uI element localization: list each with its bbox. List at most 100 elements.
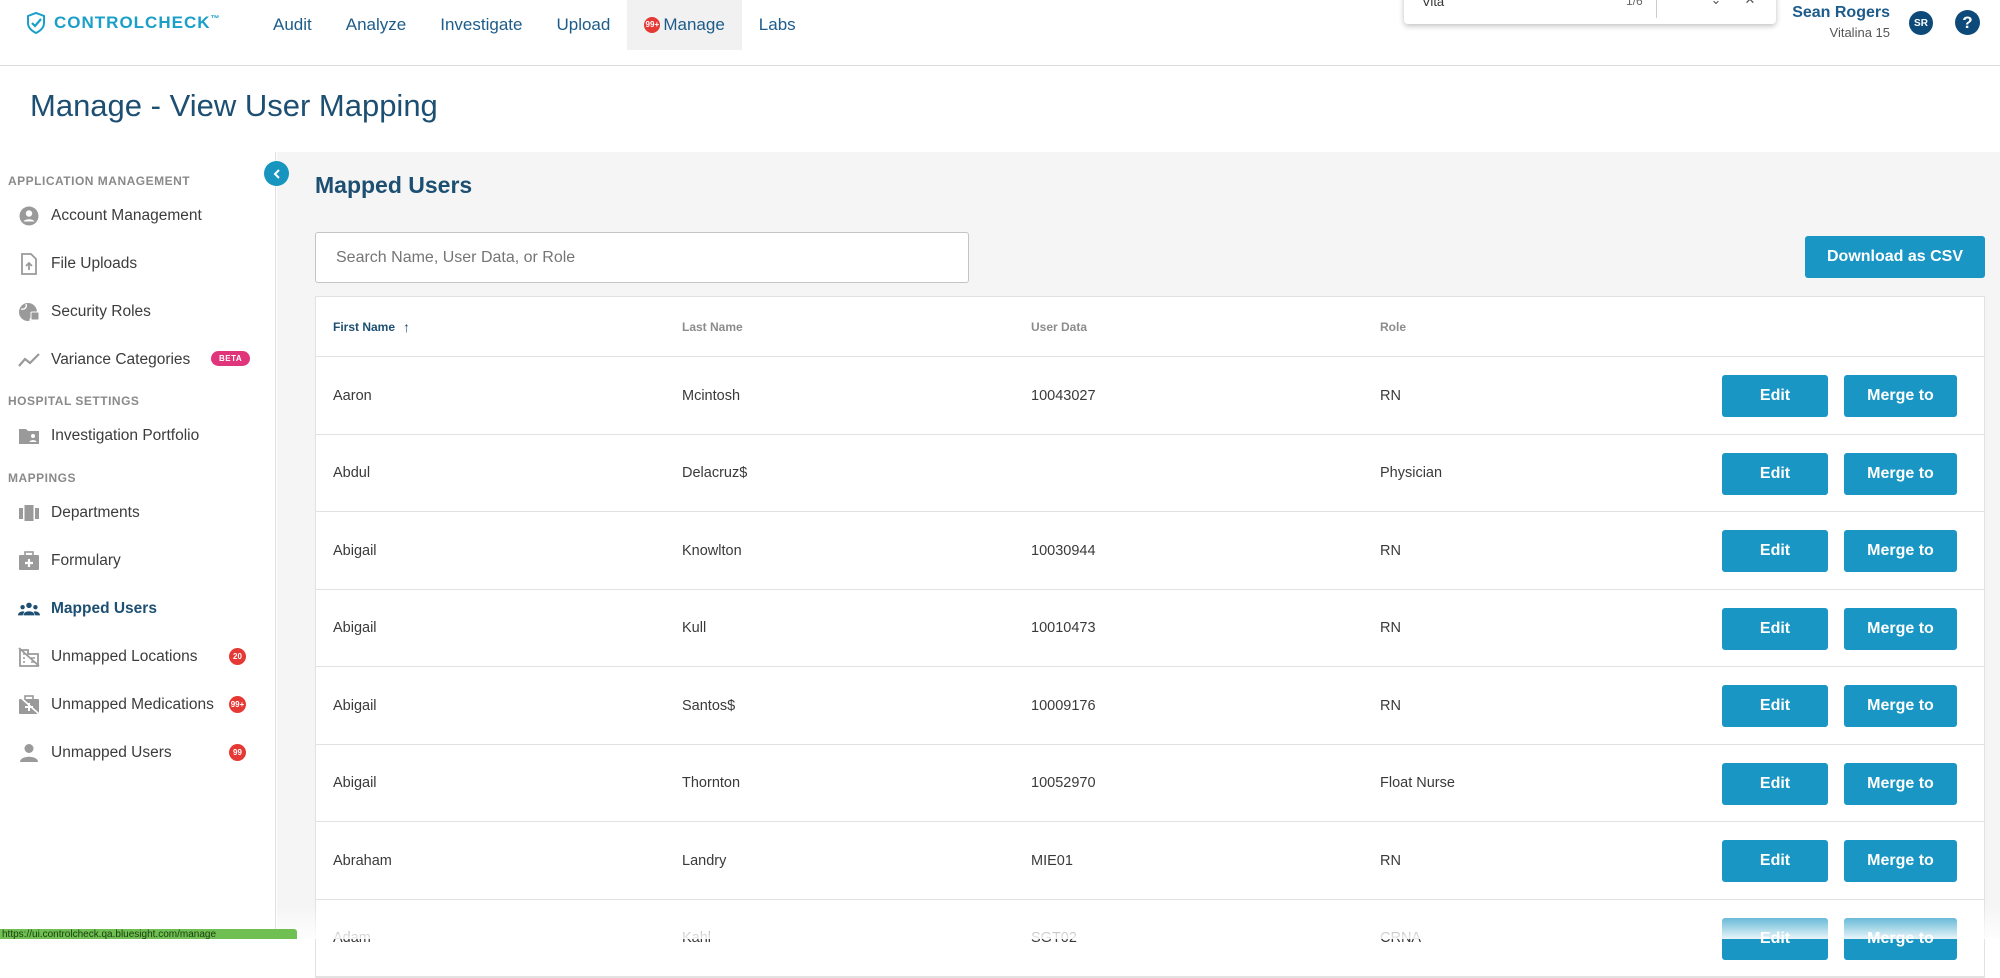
cell-last-name: Kahl bbox=[682, 930, 712, 946]
section-label-mappings: MAPPINGS bbox=[8, 471, 77, 485]
sidebar-item-investigation-portfolio[interactable]: Investigation Portfolio bbox=[0, 416, 270, 456]
status-bar-url: https://ui.controlcheck.qa.bluesight.com… bbox=[0, 929, 297, 939]
cell-first-name: Abigail bbox=[333, 697, 377, 714]
unmapped-locations-count-badge: 20 bbox=[229, 648, 246, 665]
cell-role: Physician bbox=[1380, 465, 1443, 481]
chevron-up-icon[interactable]: ⌃ bbox=[1674, 0, 1694, 8]
nav-investigate[interactable]: Investigate bbox=[423, 0, 539, 50]
table-row: Adam Kahl SGT02 CRNA Edit Merge to bbox=[316, 900, 1984, 977]
sidebar-item-account-management[interactable]: Account Management bbox=[0, 196, 270, 236]
close-icon[interactable]: ✕ bbox=[1740, 0, 1760, 8]
merge-to-button[interactable]: Merge to bbox=[1844, 375, 1957, 417]
search-input[interactable] bbox=[315, 232, 969, 283]
avatar[interactable]: SR bbox=[1909, 11, 1933, 35]
location-off-icon bbox=[18, 646, 40, 668]
cell-last-name: Mcintosh bbox=[682, 387, 741, 404]
edit-button[interactable]: Edit bbox=[1722, 685, 1828, 727]
sidebar-item-label: Investigation Portfolio bbox=[51, 427, 200, 444]
cell-first-name: Abigail bbox=[333, 775, 377, 791]
edit-button[interactable]: Edit bbox=[1722, 375, 1828, 417]
cell-role: CRNA bbox=[1380, 930, 1422, 946]
page-title: Manage - View User Mapping bbox=[30, 88, 438, 123]
help-icon[interactable]: ? bbox=[1955, 10, 1980, 35]
section-title: Mapped Users bbox=[315, 172, 473, 198]
cell-role: RN bbox=[1380, 542, 1401, 559]
merge-to-button[interactable]: Merge to bbox=[1844, 685, 1957, 727]
cell-last-name: Thornton bbox=[682, 775, 741, 791]
edit-button[interactable]: Edit bbox=[1722, 607, 1828, 650]
edit-button[interactable]: Edit bbox=[1722, 840, 1828, 882]
sidebar-item-unmapped-locations[interactable]: Unmapped Locations 20 bbox=[0, 637, 270, 677]
sidebar-item-unmapped-users[interactable]: Unmapped Users 99 bbox=[0, 733, 270, 773]
find-bar: Vita 1/6 ⌃ ⌄ ✕ bbox=[1404, 0, 1776, 24]
controlcheck-logo[interactable]: CONTROLCHECK™ bbox=[24, 11, 221, 35]
user-info[interactable]: Sean Rogers Vitalina 15 bbox=[1792, 4, 1890, 40]
trending-line-icon bbox=[18, 349, 40, 371]
nav-label: Analyze bbox=[345, 15, 407, 34]
merge-to-button[interactable]: Merge to bbox=[1844, 530, 1957, 572]
nav-manage-badge: 99+ bbox=[644, 17, 661, 33]
sidebar-item-formulary[interactable]: Formulary bbox=[0, 541, 270, 581]
nav-label: Upload bbox=[556, 15, 611, 34]
user-name: Sean Rogers bbox=[1792, 4, 1890, 21]
column-header-label: Role bbox=[1380, 320, 1407, 334]
find-divider bbox=[1656, 0, 1657, 18]
table-row: Abigail Santos$ 10009176 RN Edit Merge t… bbox=[316, 667, 1984, 745]
nav-label: Labs bbox=[758, 15, 796, 34]
column-header-user-data[interactable]: User Data bbox=[1031, 297, 1087, 357]
column-header-label: User Data bbox=[1031, 320, 1088, 334]
download-csv-button[interactable]: Download as CSV bbox=[1805, 236, 1985, 278]
nav-upload[interactable]: Upload bbox=[539, 0, 627, 50]
nav-labs[interactable]: Labs bbox=[742, 0, 813, 50]
sidebar-item-departments[interactable]: Departments bbox=[0, 493, 270, 533]
nav-audit[interactable]: Audit bbox=[256, 0, 329, 50]
collapse-sidebar-button[interactable] bbox=[264, 161, 289, 186]
cell-role: RN bbox=[1380, 387, 1401, 404]
sidebar-item-label: Mapped Users bbox=[51, 600, 157, 617]
cell-user-data: MIE01 bbox=[1031, 852, 1073, 869]
table-row: Abdul Delacruz$ Physician Edit Merge to bbox=[316, 435, 1984, 512]
beta-badge: BETA bbox=[211, 351, 251, 366]
medical-bag-icon bbox=[18, 550, 40, 572]
cell-role: RN bbox=[1380, 620, 1401, 636]
cell-role: RN bbox=[1380, 852, 1401, 869]
edit-button[interactable]: Edit bbox=[1722, 452, 1828, 495]
nav-analyze[interactable]: Analyze bbox=[329, 0, 423, 50]
merge-to-button[interactable]: Merge to bbox=[1844, 607, 1957, 650]
folder-user-icon bbox=[18, 425, 40, 447]
section-label-hospital-settings: HOSPITAL SETTINGS bbox=[8, 394, 140, 408]
column-header-last-name[interactable]: Last Name bbox=[682, 297, 743, 357]
sidebar-item-label: Variance Categories bbox=[51, 351, 191, 368]
sidebar-item-mapped-users[interactable]: Mapped Users bbox=[0, 589, 270, 629]
cell-user-data: 10009176 bbox=[1031, 697, 1096, 714]
merge-to-button[interactable]: Merge to bbox=[1844, 762, 1957, 805]
merge-to-button[interactable]: Merge to bbox=[1844, 452, 1957, 495]
column-header-role[interactable]: Role bbox=[1380, 297, 1406, 357]
table-row: Abigail Thornton 10052970 Float Nurse Ed… bbox=[316, 745, 1984, 822]
merge-to-button[interactable]: Merge to bbox=[1844, 840, 1957, 882]
sidebar-item-variance-categories[interactable]: Variance Categories BETA bbox=[0, 340, 270, 380]
cell-user-data: SGT02 bbox=[1031, 930, 1077, 946]
controlcheck-logo-icon bbox=[27, 11, 45, 35]
nav-label: Manage bbox=[663, 15, 725, 34]
edit-button[interactable]: Edit bbox=[1722, 762, 1828, 805]
unmapped-medications-count-badge: 99+ bbox=[229, 696, 246, 713]
chevron-down-icon[interactable]: ⌄ bbox=[1706, 0, 1726, 8]
column-header-label: First Name bbox=[333, 320, 396, 334]
cell-last-name: Delacruz$ bbox=[682, 465, 748, 481]
table-row: Aaron Mcintosh 10043027 RN Edit Merge to bbox=[316, 357, 1984, 435]
sidebar-item-file-uploads[interactable]: File Uploads bbox=[0, 244, 270, 284]
sidebar-item-security-roles[interactable]: Security Roles bbox=[0, 292, 270, 332]
edit-button[interactable]: Edit bbox=[1722, 530, 1828, 572]
nav-manage[interactable]: 99+ Manage bbox=[627, 0, 742, 50]
user-site: Vitalina 15 bbox=[1829, 25, 1890, 40]
cell-last-name: Santos$ bbox=[682, 697, 736, 714]
cell-first-name: Adam bbox=[333, 930, 371, 946]
main-content: Mapped Users Download as CSV First Name … bbox=[277, 152, 2000, 978]
cell-first-name: Abigail bbox=[333, 620, 377, 636]
cell-first-name: Aaron bbox=[333, 387, 372, 404]
sidebar-item-unmapped-medications[interactable]: Unmapped Medications 99+ bbox=[0, 685, 270, 725]
medication-off-icon bbox=[18, 694, 40, 716]
column-header-first-name[interactable]: First Name ↑ bbox=[333, 297, 410, 357]
find-input[interactable]: Vita bbox=[1422, 0, 1444, 9]
